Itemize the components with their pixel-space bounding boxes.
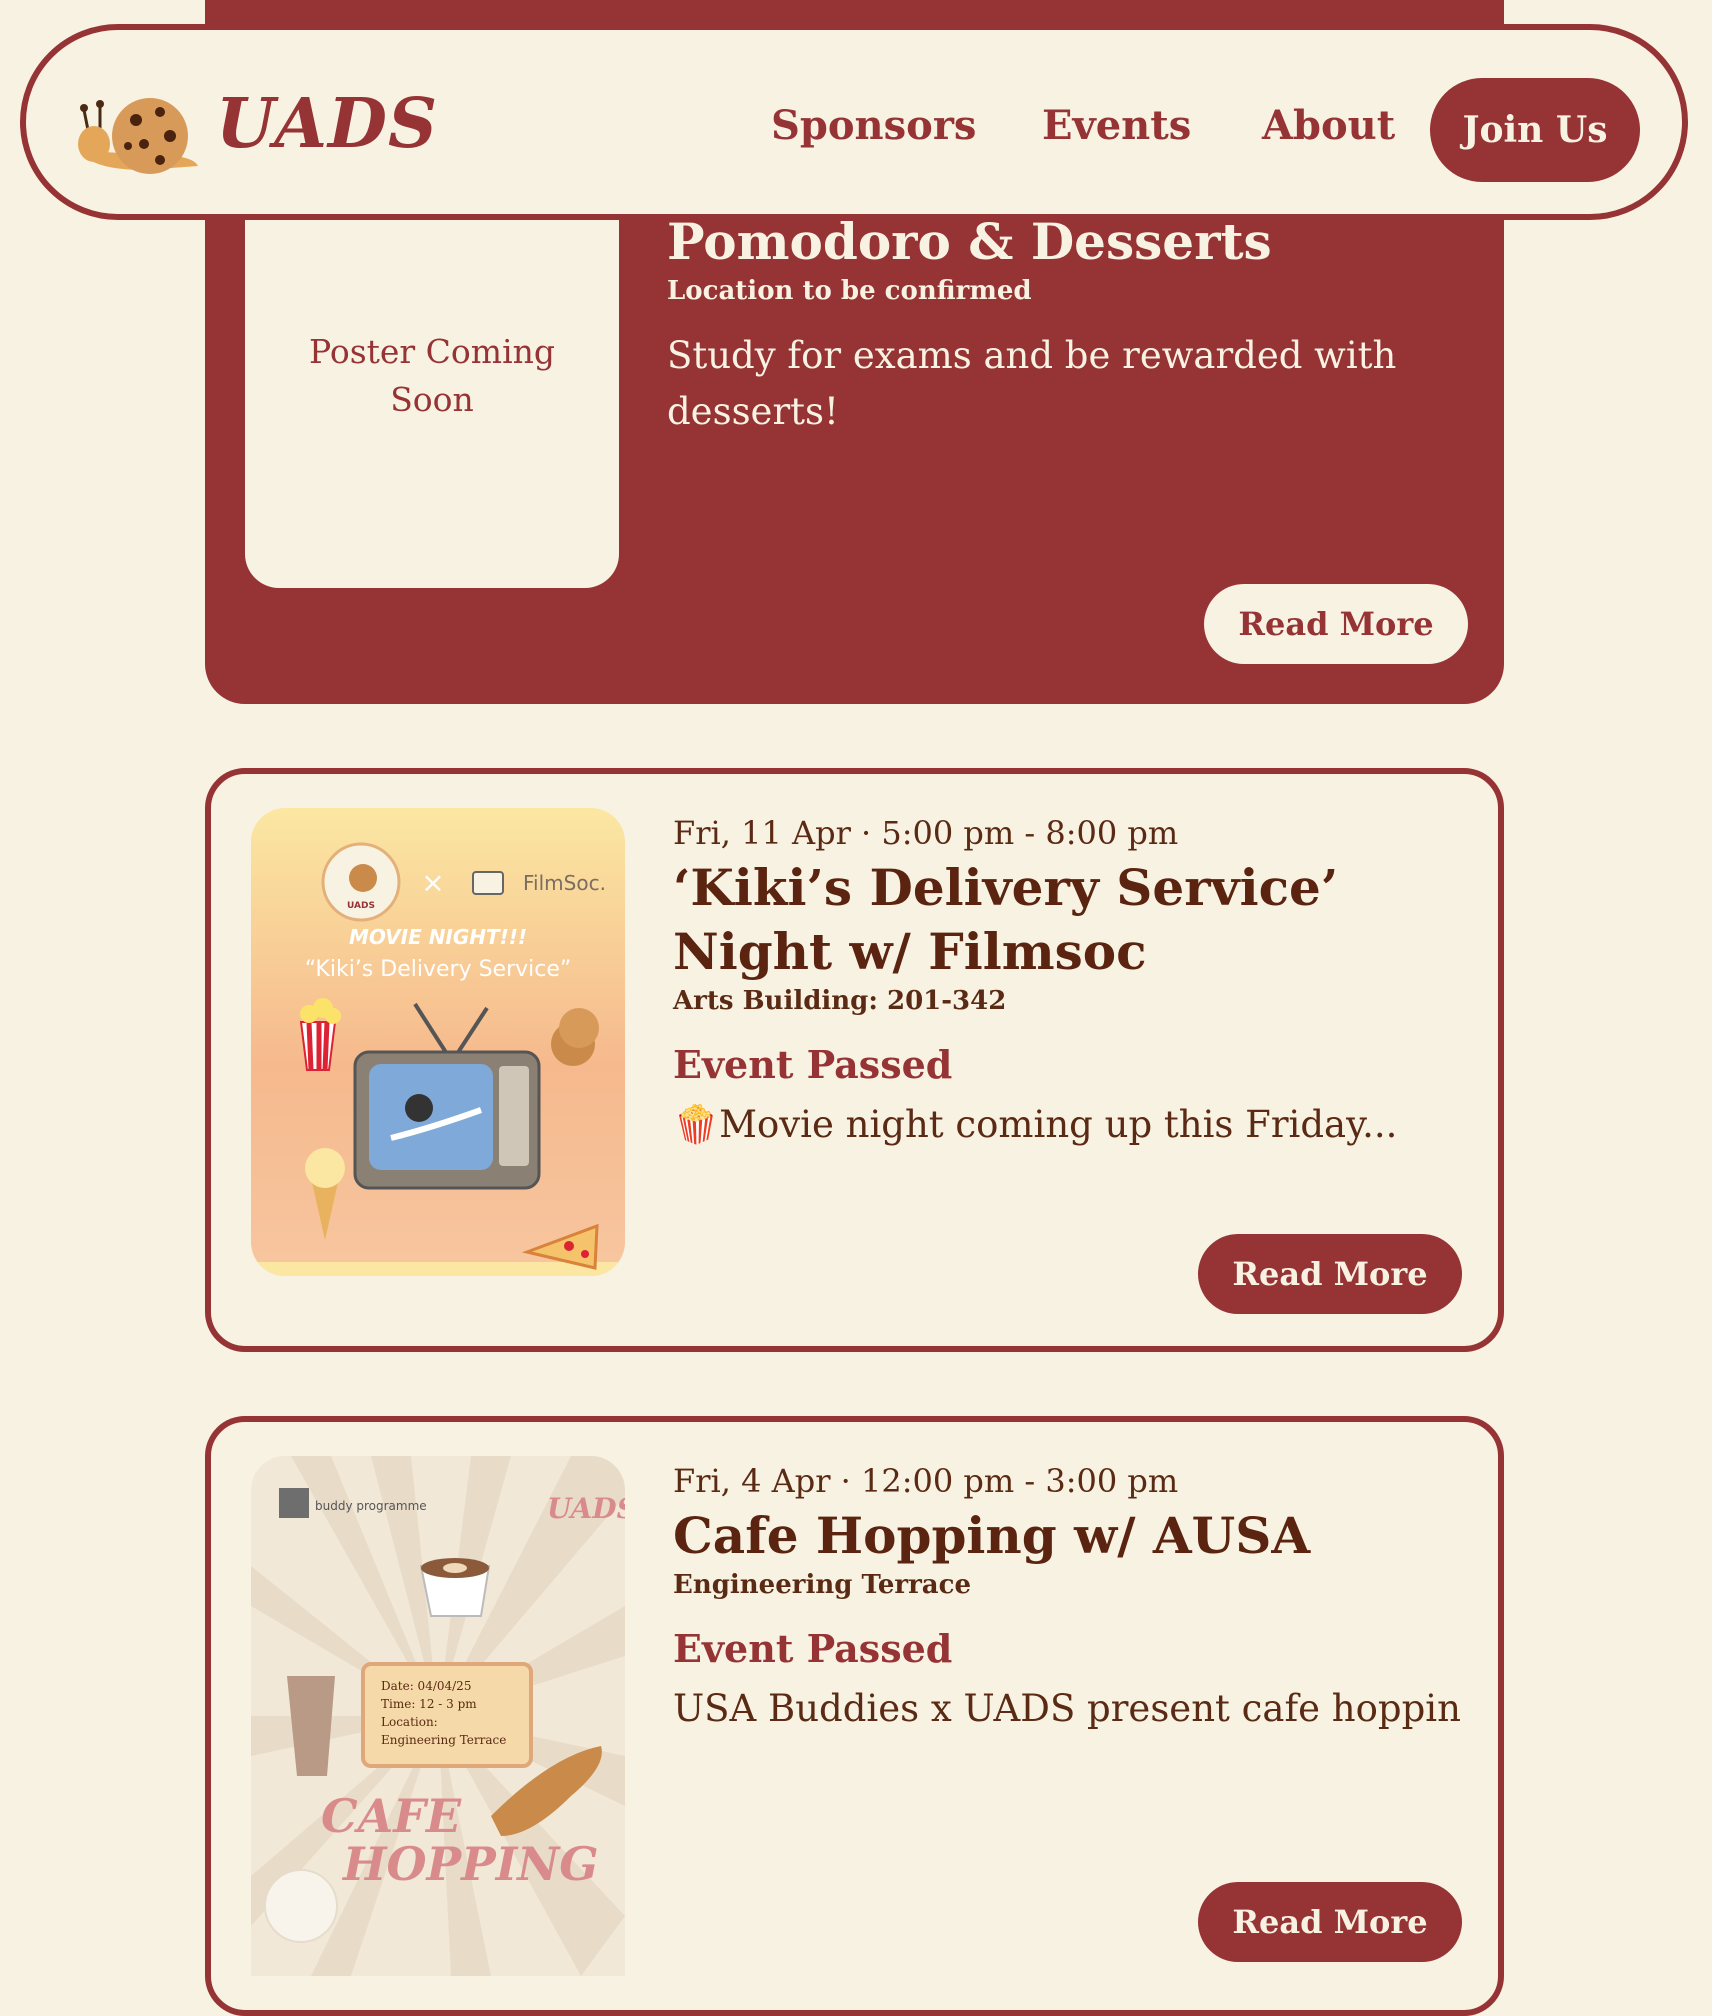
read-more-button[interactable]: Read More xyxy=(1198,1882,1462,1962)
svg-text:buddy programme: buddy programme xyxy=(315,1499,427,1513)
snail-logo-icon[interactable] xyxy=(74,86,204,180)
event-location: Engineering Terrace xyxy=(673,1570,971,1600)
event-status: Event Passed xyxy=(673,1042,953,1087)
event-description: 🍿Movie night coming up this Friday... xyxy=(673,1103,1398,1146)
event-title: ‘Kiki’s Delivery Service’ Night w/ Films… xyxy=(673,858,1339,981)
svg-text:Location:: Location: xyxy=(381,1715,438,1729)
svg-text:“Kiki’s Delivery Service”: “Kiki’s Delivery Service” xyxy=(305,957,572,982)
svg-text:Engineering Terrace: Engineering Terrace xyxy=(381,1733,506,1747)
poster-placeholder-text: Poster Coming Soon xyxy=(308,332,556,419)
nav-link-about[interactable]: About xyxy=(1262,106,1395,146)
event-date: Fri, 4 Apr · 12:00 pm - 3:00 pm xyxy=(673,1462,1179,1500)
read-more-button[interactable]: Read More xyxy=(1204,584,1468,664)
svg-text:Time: 12 - 3 pm: Time: 12 - 3 pm xyxy=(381,1697,477,1711)
navbar: UADS Sponsors Events About Join Us xyxy=(20,24,1688,220)
event-description: Study for exams and be rewarded with des… xyxy=(667,334,1397,433)
svg-text:UADS: UADS xyxy=(347,901,375,911)
event-status: Event Passed xyxy=(673,1626,953,1671)
svg-text:HOPPING: HOPPING xyxy=(341,1837,599,1891)
svg-text:FilmSoc.: FilmSoc. xyxy=(523,871,606,895)
event-card: UADS × FilmSoc. MOVIE NIGHT!!! “Kiki’s D… xyxy=(205,768,1504,1352)
event-title: Cafe Hopping w/ AUSA xyxy=(673,1506,1311,1565)
event-poster: buddy programme UADS Date: 04/04/25 Time… xyxy=(251,1456,625,1976)
event-description: USA Buddies x UADS present cafe hopping … xyxy=(673,1687,1462,1730)
nav-link-events[interactable]: Events xyxy=(1042,106,1191,146)
event-poster: UADS × FilmSoc. MOVIE NIGHT!!! “Kiki’s D… xyxy=(251,808,625,1276)
event-location: Arts Building: 201-342 xyxy=(673,986,1007,1016)
movie-night-poster: UADS × FilmSoc. MOVIE NIGHT!!! “Kiki’s D… xyxy=(251,808,625,1276)
event-card: buddy programme UADS Date: 04/04/25 Time… xyxy=(205,1416,1504,2016)
brand-name[interactable]: UADS xyxy=(216,90,438,158)
cafe-hopping-poster: buddy programme UADS Date: 04/04/25 Time… xyxy=(251,1456,625,1976)
read-more-button[interactable]: Read More xyxy=(1198,1234,1462,1314)
svg-text:MOVIE NIGHT!!!: MOVIE NIGHT!!! xyxy=(349,925,527,949)
ausa-logo-icon xyxy=(279,1488,309,1518)
nav-link-sponsors[interactable]: Sponsors xyxy=(771,106,976,146)
svg-text:Date: 04/04/25: Date: 04/04/25 xyxy=(381,1679,471,1693)
svg-text:CAFE: CAFE xyxy=(321,1789,462,1843)
poster-placeholder: Poster Coming Soon xyxy=(245,164,619,588)
camera-icon xyxy=(472,871,504,895)
svg-text:×: × xyxy=(421,866,444,899)
join-us-button[interactable]: Join Us xyxy=(1430,78,1640,182)
event-location: Location to be confirmed xyxy=(667,276,1032,306)
svg-text:UADS: UADS xyxy=(547,1492,625,1525)
event-date: Fri, 11 Apr · 5:00 pm - 8:00 pm xyxy=(673,814,1179,852)
